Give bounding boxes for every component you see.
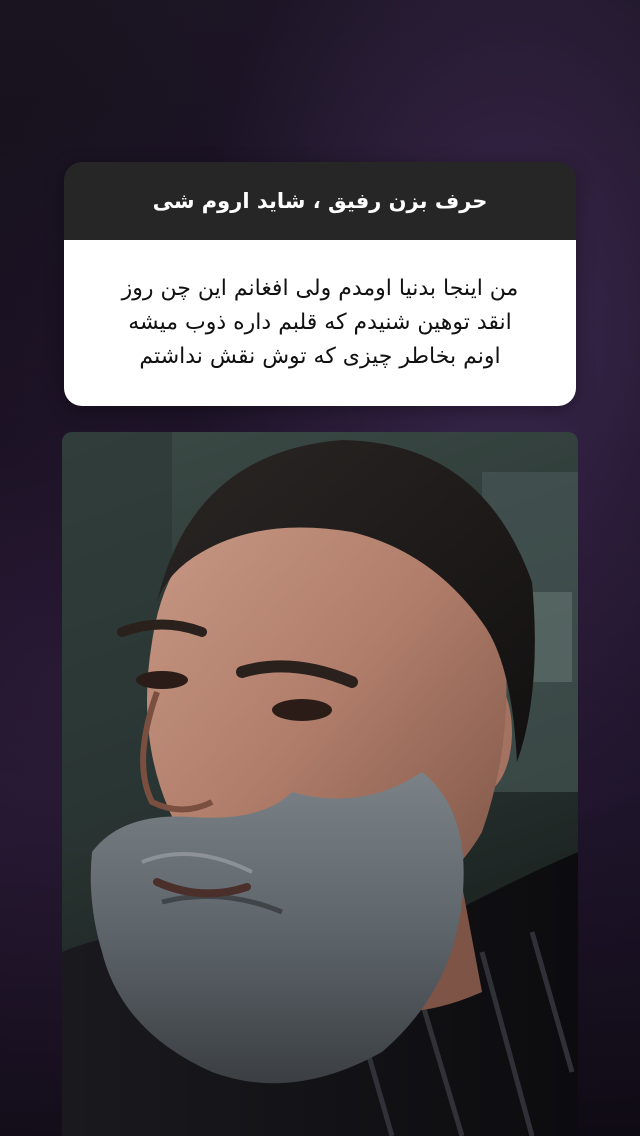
answer-line: من اینجا بدنیا اومدم ولی افغانم این چن ر… [121, 276, 519, 301]
story-screen: حرف بزن رفیق ، شاید اروم شی من اینجا بدن… [0, 0, 640, 1136]
portrait-photo [62, 432, 578, 1136]
question-sticker[interactable]: حرف بزن رفیق ، شاید اروم شی من اینجا بدن… [64, 162, 576, 406]
question-title: حرف بزن رفیق ، شاید اروم شی [152, 189, 488, 213]
answer-line: انقد توهین شنیدم که قلبم داره ذوب میشه [128, 310, 512, 335]
question-header: حرف بزن رفیق ، شاید اروم شی [64, 162, 576, 240]
answer-text: من اینجا بدنیا اومدم ولی افغانم این چن ر… [122, 272, 519, 374]
answer-body: من اینجا بدنیا اومدم ولی افغانم این چن ر… [64, 240, 576, 406]
answer-line: اونم بخاطر چیزی که توش نقش نداشتم [139, 344, 501, 369]
portrait-illustration [62, 432, 578, 1136]
